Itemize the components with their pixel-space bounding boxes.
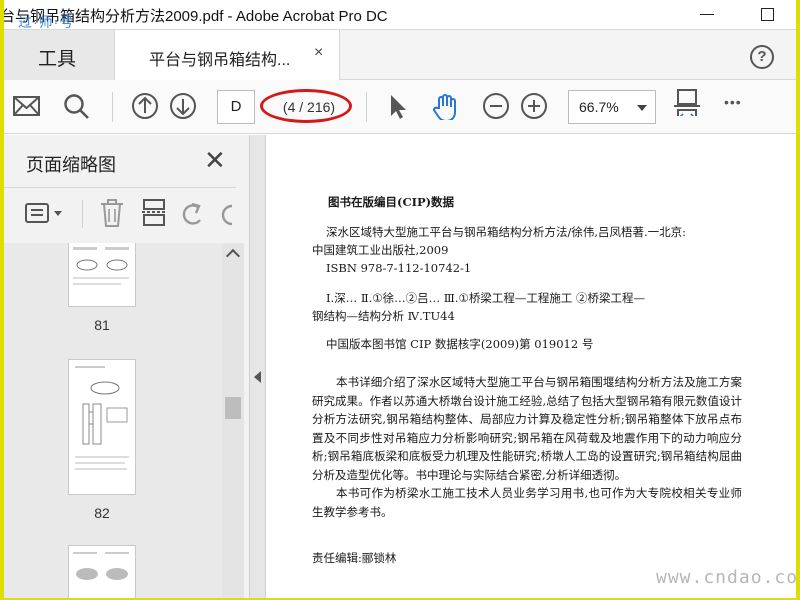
tab-tools[interactable]: 工具 [4,30,114,80]
panel-title: 页面缩略图 [26,155,116,175]
search-icon[interactable] [62,92,92,120]
cip-line: Ⅰ.深… Ⅱ.①徐…②吕… Ⅲ.①桥梁工程—工程施工 ②桥梁工程— [326,291,645,305]
help-icon[interactable]: ? [750,45,774,69]
zoom-select[interactable]: 66.7% [568,90,656,124]
page-thumbnails-panel: 页面缩略图 ✕ 81 82 [4,135,250,598]
maximize-button[interactable] [752,4,782,26]
page-thumbnail-83[interactable] [68,545,136,598]
select-cursor-icon[interactable] [386,92,410,120]
zoom-in-icon[interactable] [520,92,550,120]
chevron-down-icon [637,105,647,111]
thumbnail-page-number: 82 [94,505,110,521]
zoom-out-icon[interactable] [482,92,512,120]
tab-tools-label: 工具 [38,49,77,70]
cip-line: ISBN 978-7-112-10742-1 [326,261,472,275]
page-number-input[interactable]: D [217,90,255,124]
email-icon[interactable] [12,92,42,120]
cip-line: 中国版本图书馆 CIP 数据核字(2009)第 019012 号 [326,337,594,351]
summary-paragraph: 本书详细介绍了深水区域特大型施工平台与钢吊箱围堰结构分析方法及施工方案研究成果。… [312,375,742,482]
panel-divider [82,200,83,228]
rotate-right-icon[interactable] [218,200,236,228]
next-page-icon[interactable] [169,92,199,120]
thumbnail-preview [73,247,129,285]
tab-document-label: 平台与钢吊箱结构... [149,52,291,69]
document-view[interactable]: 图书在版编目(CIP)数据 深水区域特大型施工平台与钢吊箱结构分析方法/徐伟,吕… [266,135,796,598]
toolbar-divider [112,92,113,122]
more-options-icon[interactable]: ••• [724,94,742,122]
thumbnail-list: 81 82 [4,243,244,598]
panel-toolbar [4,187,236,237]
scroll-up-icon[interactable] [225,248,241,264]
zoom-value: 66.7% [579,99,619,115]
close-tab-icon[interactable]: × [314,44,323,62]
annotation-oval [260,89,352,123]
thumbnail-options-icon[interactable] [24,202,68,226]
page-thumbnail-81[interactable] [68,243,136,307]
thumbnail-page-number: 81 [94,317,110,333]
cip-line: 中国建筑工业出版社,2009 [312,243,449,257]
editor-line: 责任编辑:郦锁林 [312,551,397,565]
cip-line: 深水区域特大型施工平台与钢吊箱结构分析方法/徐伟,吕凤梧著.一北京: [326,225,687,239]
delete-page-icon[interactable] [98,198,126,228]
main-toolbar: D (4 / 216) 66.7% ••• [4,80,796,134]
fit-page-icon[interactable] [672,88,702,116]
site-watermark: www.cndao.com [656,567,796,588]
thumbnail-preview [75,366,129,470]
previous-page-icon[interactable] [131,92,161,120]
pdf-page: 图书在版编目(CIP)数据 深水区域特大型施工平台与钢吊箱结构分析方法/徐伟,吕… [312,193,742,567]
scrollbar-thumb[interactable] [225,397,241,419]
toolbar-divider [366,92,367,122]
tab-document[interactable]: 平台与钢吊箱结构... × [114,30,340,80]
audience-paragraph: 本书可作为桥梁水工施工技术人员业务学习用书,也可作为大专院校相关专业师生教学参考… [312,486,742,519]
thumbnail-scrollbar[interactable] [222,243,244,598]
insert-pages-icon[interactable] [140,198,168,228]
collapse-arrow-icon[interactable] [254,371,261,383]
page-thumbnail-82[interactable] [68,359,136,495]
cip-heading: 图书在版编目(CIP)数据 [328,195,455,209]
title-bar: 台与钢吊箱结构分析方法2009.pdf - Adobe Acrobat Pro … [4,0,796,30]
minimize-button[interactable] [692,4,722,26]
tab-bar: 工具 平台与钢吊箱结构... × ? [4,30,796,80]
acrobat-window: 台与钢吊箱结构分析方法2009.pdf - Adobe Acrobat Pro … [4,0,796,598]
overlay-watermark: 过·师·号 [18,14,75,30]
page-count: (4 / 216) [260,89,354,123]
cip-line: 钢结构—结构分析 Ⅳ.TU44 [312,309,455,323]
panel-collapse-gutter[interactable] [250,135,266,598]
rotate-left-icon[interactable] [178,200,208,228]
thumbnail-preview [73,552,129,580]
hand-tool-icon[interactable] [430,92,462,120]
close-panel-icon[interactable]: ✕ [204,147,226,173]
